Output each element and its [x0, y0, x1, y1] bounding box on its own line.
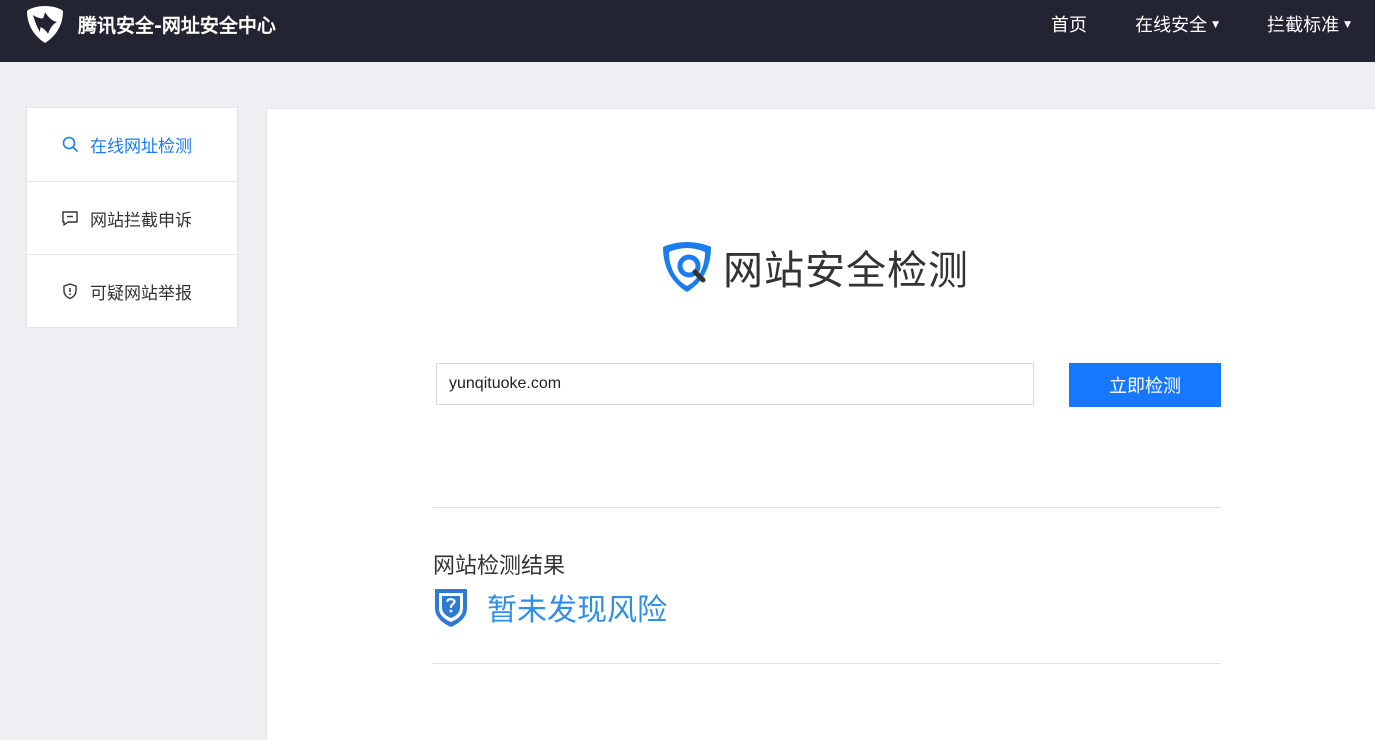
caret-down-icon: ▼	[1344, 20, 1351, 30]
nav-home-label: 首页	[1051, 15, 1087, 36]
top-navbar: 腾讯安全-网址安全中心 首页 在线安全 ▼ 拦截标准 ▼	[0, 0, 1375, 62]
nav-online-security-label: 在线安全	[1135, 15, 1208, 36]
sidebar-item-block-appeal[interactable]: 网站拦截申诉	[27, 181, 237, 254]
divider	[433, 663, 1221, 664]
nav-block-standard[interactable]: 拦截标准 ▼	[1267, 11, 1351, 37]
sidebar-item-label: 在线网址检测	[90, 136, 192, 157]
sidebar-item-url-check[interactable]: 在线网址检测	[27, 108, 237, 180]
shield-search-icon	[663, 242, 711, 292]
sidebar-item-label: 可疑网站举报	[90, 283, 192, 304]
result-status: 暂未发现风险	[433, 585, 667, 629]
caret-down-icon: ▼	[1212, 20, 1219, 30]
nav-home[interactable]: 首页	[1051, 11, 1087, 37]
message-icon	[62, 211, 78, 226]
main-nav: 首页 在线安全 ▼ 拦截标准 ▼	[0, 0, 1375, 48]
sidebar-item-report-site[interactable]: 可疑网站举报	[27, 254, 237, 327]
url-input[interactable]	[436, 363, 1034, 405]
divider	[433, 507, 1221, 508]
main-panel: 网站安全检测 立即检测 网站检测结果 暂未发现风险	[266, 108, 1375, 740]
search-icon	[62, 136, 78, 152]
sidebar-item-label: 网站拦截申诉	[90, 210, 192, 231]
sidebar: 在线网址检测 网站拦截申诉 可疑网站举报	[26, 107, 238, 328]
shield-question-icon	[435, 589, 467, 627]
page-title: 网站安全检测	[723, 248, 969, 294]
nav-block-standard-label: 拦截标准	[1267, 15, 1340, 36]
hero-header: 网站安全检测	[659, 238, 969, 296]
nav-online-security[interactable]: 在线安全 ▼	[1135, 11, 1219, 37]
result-text: 暂未发现风险	[487, 593, 667, 628]
result-title: 网站检测结果	[433, 554, 566, 579]
check-now-button[interactable]: 立即检测	[1069, 363, 1221, 407]
shield-alert-icon	[63, 283, 77, 300]
